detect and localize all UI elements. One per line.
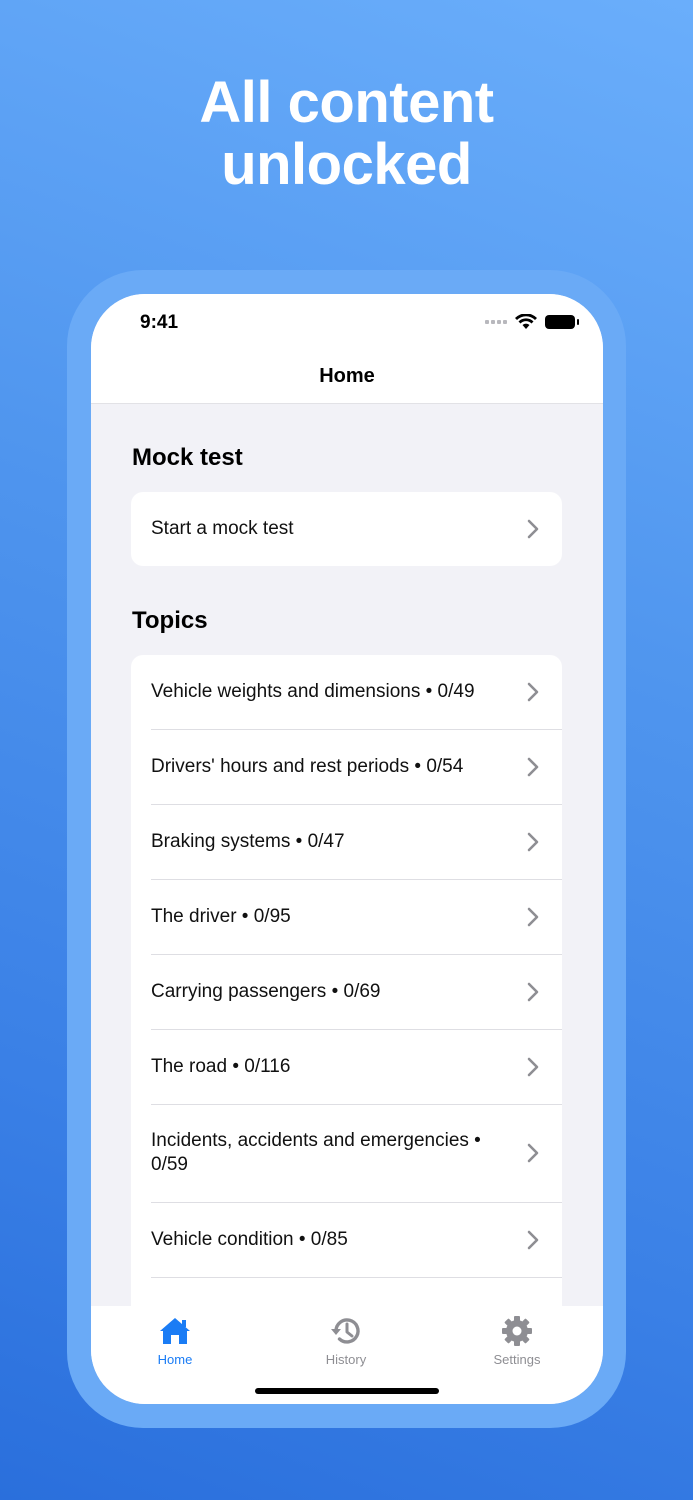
topic-label: Vehicle condition • 0/85 — [151, 1228, 348, 1250]
topic-row-drivers-hours[interactable]: Drivers' hours and rest periods • 0/54 — [131, 729, 562, 804]
chevron-right-icon — [527, 519, 539, 539]
chevron-right-icon — [527, 1057, 539, 1076]
topic-label: Braking systems • 0/47 — [151, 830, 345, 852]
topic-row-carrying-passengers[interactable]: Carrying passengers • 0/69 — [131, 954, 562, 1029]
topic-row-incidents[interactable]: Incidents, accidents and emergencies • 0… — [131, 1104, 562, 1202]
promo-headline-line2: unlocked — [221, 132, 472, 197]
status-icons — [485, 314, 579, 330]
topic-label: The road • 0/116 — [151, 1055, 291, 1077]
start-mock-test-button[interactable]: Start a mock test — [131, 492, 562, 566]
chevron-right-icon — [527, 832, 539, 851]
battery-icon — [545, 315, 579, 329]
topic-row-the-road[interactable]: The road • 0/116 — [131, 1029, 562, 1104]
topic-row-vehicle-condition[interactable]: Vehicle condition • 0/85 — [131, 1202, 562, 1277]
history-clock-icon — [331, 1318, 360, 1344]
topic-row-braking-systems[interactable]: Braking systems • 0/47 — [131, 804, 562, 879]
topic-row-partial[interactable] — [131, 1277, 562, 1306]
chevron-right-icon — [527, 682, 539, 702]
mock-test-card: Start a mock test — [131, 492, 562, 566]
topics-card: Vehicle weights and dimensions • 0/49 Dr… — [131, 655, 562, 1306]
tab-history-label: History — [325, 1352, 367, 1367]
tab-home[interactable]: Home — [120, 1314, 230, 1367]
topic-label: The driver • 0/95 — [151, 905, 291, 927]
chevron-right-icon — [527, 757, 539, 776]
tab-settings[interactable]: Settings — [462, 1314, 572, 1367]
topics-section-title: Topics — [132, 607, 208, 634]
promo-headline: All content unlocked — [0, 72, 693, 196]
promo-headline-line1: All content — [199, 70, 494, 135]
house-icon — [160, 1318, 190, 1344]
signal-icon — [485, 320, 507, 324]
page-title: Home — [319, 365, 375, 387]
topic-row-vehicle-weights[interactable]: Vehicle weights and dimensions • 0/49 — [131, 655, 562, 729]
chevron-right-icon — [527, 982, 539, 1001]
topic-row-the-driver[interactable]: The driver • 0/95 — [131, 879, 562, 954]
tab-home-label: Home — [157, 1352, 193, 1367]
status-time: 9:41 — [140, 312, 179, 333]
start-mock-test-label: Start a mock test — [151, 518, 294, 539]
topic-label: Vehicle weights and dimensions • 0/49 — [151, 681, 475, 702]
gear-icon — [502, 1316, 532, 1346]
phone-screen: 9:41 Home Mock test Start a mock test To… — [91, 294, 603, 1404]
chevron-right-icon — [527, 1230, 539, 1249]
tab-history[interactable]: History — [291, 1314, 401, 1367]
topic-label: Drivers' hours and rest periods • 0/54 — [151, 755, 464, 777]
home-indicator — [255, 1388, 439, 1394]
tab-settings-label: Settings — [493, 1352, 541, 1367]
topic-label: Carrying passengers • 0/69 — [151, 980, 381, 1002]
chevron-right-icon — [527, 1143, 539, 1163]
chevron-right-icon — [527, 907, 539, 926]
navigation-bar: Home — [91, 354, 603, 404]
status-bar: 9:41 — [91, 294, 603, 354]
topic-label: Incidents, accidents and emergencies • 0… — [151, 1130, 481, 1175]
mock-test-section-title: Mock test — [132, 444, 243, 471]
wifi-icon — [515, 314, 537, 329]
home-content[interactable]: Mock test Start a mock test Topics Vehic… — [91, 404, 603, 1306]
